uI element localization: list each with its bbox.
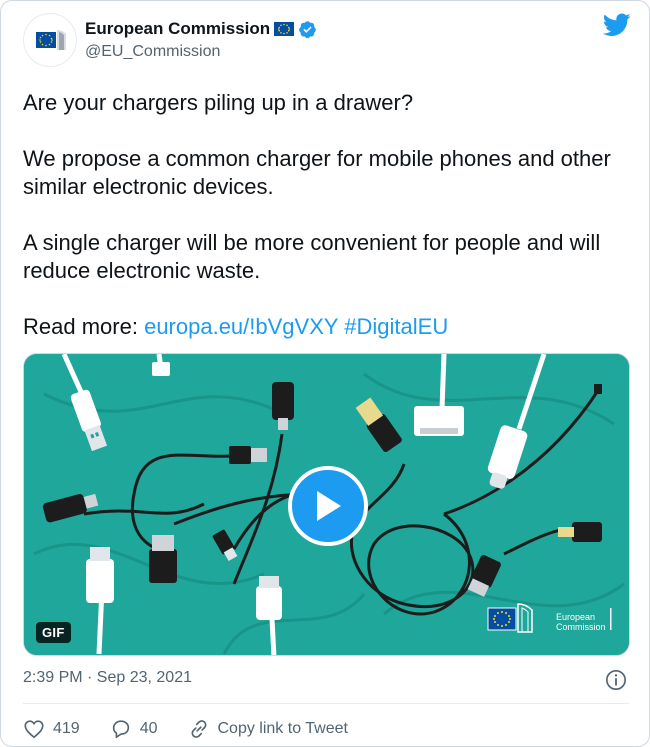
ec-brand-text: European Commission: [556, 612, 606, 632]
tweet-actions: 419 40 Copy link to Tweet: [23, 717, 348, 741]
account-handle[interactable]: @EU_Commission: [85, 43, 317, 61]
verified-badge-icon: [299, 20, 316, 38]
copy-link-button[interactable]: Copy link to Tweet: [188, 718, 348, 740]
eu-flag-icon: [274, 22, 295, 36]
link-icon: [191, 720, 206, 738]
like-count: 419: [53, 720, 80, 737]
account-names: European Commission @EU_Commission: [85, 19, 317, 61]
ec-brand-line2: Commission: [556, 622, 606, 632]
hashtag-link[interactable]: #DigitalEU: [344, 314, 448, 339]
read-more-line: Read more: europa.eu/!bVgVXY #DigitalEU: [23, 313, 623, 341]
tweet-timestamp[interactable]: 2:39 PM · Sep 23, 2021: [23, 669, 192, 687]
tweet-card: European Commission @EU_Commission Are y…: [0, 0, 650, 747]
like-button[interactable]: 419: [23, 718, 80, 740]
reply-bubble-icon: [112, 720, 129, 739]
play-button[interactable]: [288, 466, 368, 546]
tweet-header: European Commission @EU_Commission: [23, 13, 631, 71]
heart-icon: [24, 720, 44, 739]
reply-count: 40: [139, 720, 158, 737]
display-name[interactable]: European Commission: [85, 19, 270, 39]
ec-brand-line1: European: [556, 612, 596, 622]
play-icon: [317, 491, 341, 521]
copy-link-label: Copy link to Tweet: [217, 720, 348, 737]
tweet-paragraph: We propose a common charger for mobile p…: [23, 146, 611, 199]
avatar[interactable]: [23, 13, 77, 67]
gif-badge: GIF: [36, 622, 71, 643]
read-more-label: Read more:: [23, 314, 138, 339]
display-name-row: European Commission: [85, 19, 317, 39]
tweet-text: Are your chargers piling up in a drawer?…: [23, 89, 623, 341]
european-commission-logo-icon: [36, 30, 66, 50]
divider: [23, 703, 629, 704]
reply-button[interactable]: 40: [110, 718, 158, 740]
ec-brand-mark: European Commission: [488, 602, 618, 642]
tweet-paragraph: Are your chargers piling up in a drawer?: [23, 90, 414, 115]
info-icon[interactable]: [605, 669, 627, 691]
tweet-paragraph: A single charger will be more convenient…: [23, 230, 601, 283]
gif-media[interactable]: European Commission GIF: [23, 353, 630, 656]
europa-link[interactable]: europa.eu/!bVgVXY: [144, 314, 338, 339]
twitter-bird-icon[interactable]: [603, 13, 631, 37]
